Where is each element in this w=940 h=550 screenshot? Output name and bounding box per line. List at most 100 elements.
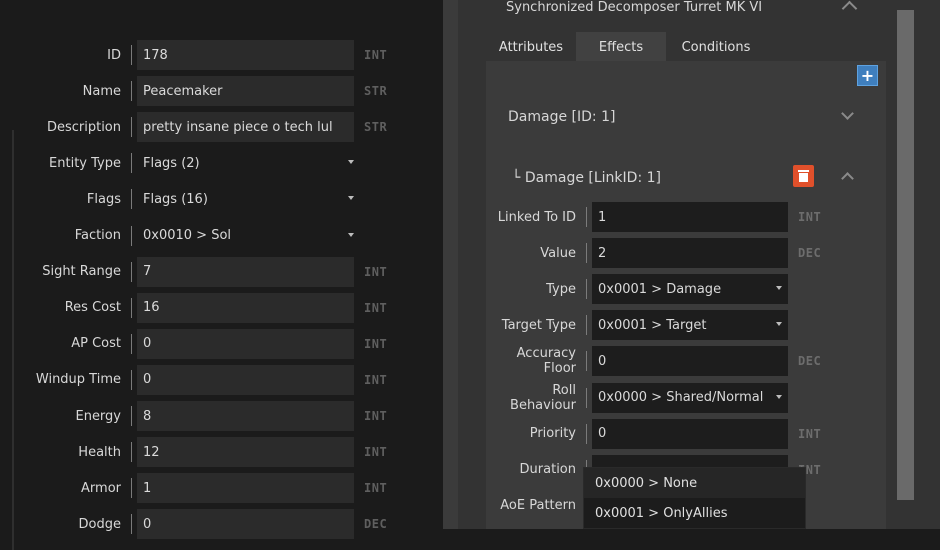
field-separator <box>131 225 132 246</box>
description-field[interactable]: pretty insane piece o tech lul <box>137 112 354 143</box>
field-value: 1 <box>143 480 152 496</box>
dropdown-arrow-icon <box>348 160 354 165</box>
field-separator <box>131 117 132 138</box>
entity-type-select[interactable]: Flags (2) <box>137 148 360 178</box>
value-field[interactable]: 2 <box>592 238 788 269</box>
field-label: Dodge <box>78 516 121 532</box>
field-value: 0 <box>598 353 607 369</box>
id-field[interactable]: 178 <box>137 40 354 70</box>
collapse-chevron-up-icon[interactable] <box>841 0 858 17</box>
field-row-description: Description pretty insane piece o tech lu… <box>0 112 387 143</box>
field-separator <box>131 406 132 426</box>
target-type-select[interactable]: 0x0001 > Target <box>592 310 788 341</box>
plus-icon: + <box>860 66 875 85</box>
field-value: Flags (2) <box>143 155 200 171</box>
field-value: 2 <box>598 245 607 261</box>
type-badge: INT <box>364 48 388 62</box>
effect-row-value: Value 2 DEC <box>483 238 821 269</box>
dropdown-option[interactable]: 0x0001 > OnlyAllies <box>584 498 805 528</box>
name-field[interactable]: Peacemaker <box>137 76 354 107</box>
field-separator <box>131 478 132 499</box>
field-separator <box>586 243 587 264</box>
priority-field[interactable]: 0 <box>592 418 788 449</box>
field-separator <box>131 81 132 102</box>
tab-attributes[interactable]: Attributes <box>486 32 576 62</box>
ap-cost-field[interactable]: 0 <box>137 328 354 359</box>
tab-conditions[interactable]: Conditions <box>666 32 766 62</box>
health-field[interactable]: 12 <box>137 437 354 468</box>
type-badge: INT <box>364 481 388 496</box>
field-row-energy: Energy 8 INT <box>0 401 387 431</box>
field-separator <box>131 189 132 210</box>
field-label: Duration <box>519 462 576 478</box>
field-value: 0 <box>143 372 152 388</box>
type-select[interactable]: 0x0001 > Damage <box>592 274 788 305</box>
field-label: Linked To ID <box>497 209 576 225</box>
field-label: Windup Time <box>35 372 121 388</box>
sight-range-field[interactable]: 7 <box>137 256 354 287</box>
field-row-faction: Faction 0x0010 > Sol <box>0 221 360 251</box>
field-value: Peacemaker <box>143 83 223 99</box>
field-value: 1 <box>598 209 607 225</box>
field-separator <box>131 514 132 535</box>
field-separator <box>131 442 132 463</box>
field-label: Value <box>540 245 576 261</box>
field-label: Priority <box>529 426 576 442</box>
armor-field[interactable]: 1 <box>137 473 354 504</box>
field-label: Roll Behaviour <box>510 382 576 413</box>
windup-time-field[interactable]: 0 <box>137 364 354 395</box>
field-separator <box>586 351 587 372</box>
tab-bar: Attributes Effects Conditions <box>486 32 766 62</box>
field-label: Energy <box>75 408 121 424</box>
effect-row-linked-to-id: Linked To ID 1 INT <box>483 202 821 232</box>
damage-section-header[interactable]: Damage [ID: 1] <box>508 109 615 125</box>
field-label: Description <box>46 119 121 135</box>
linked-to-id-field[interactable]: 1 <box>592 202 788 232</box>
field-row-flags: Flags Flags (16) <box>0 184 360 214</box>
scrollbar[interactable] <box>897 10 914 500</box>
field-row-armor: Armor 1 INT <box>0 473 388 504</box>
field-label: Flags <box>86 191 121 207</box>
faction-select[interactable]: 0x0010 > Sol <box>137 221 360 251</box>
field-label: Res Cost <box>64 300 121 316</box>
field-value: 0x0000 > Shared/Normal <box>598 390 764 405</box>
accuracy-floor-field[interactable]: 0 <box>592 346 788 377</box>
field-separator <box>131 333 132 354</box>
field-label: Target Type <box>501 317 576 333</box>
field-row-health: Health 12 INT <box>0 437 388 468</box>
type-badge: INT <box>364 372 388 387</box>
dropdown-arrow-icon <box>776 286 782 291</box>
res-cost-field[interactable]: 16 <box>137 292 354 323</box>
field-separator <box>586 387 587 408</box>
type-badge: DEC <box>798 354 822 369</box>
field-value: 16 <box>143 300 160 316</box>
energy-field[interactable]: 8 <box>137 401 354 431</box>
tab-effects[interactable]: Effects <box>576 32 666 62</box>
field-separator <box>131 45 132 65</box>
field-row-dodge: Dodge 0 DEC <box>0 509 387 540</box>
roll-behaviour-select[interactable]: 0x0000 > Shared/Normal <box>592 382 788 413</box>
field-value: 0x0001 > Damage <box>598 281 722 297</box>
dodge-field[interactable]: 0 <box>137 509 354 540</box>
field-label: AP Cost <box>71 336 121 352</box>
trash-icon <box>798 170 809 172</box>
add-effect-button[interactable]: + <box>857 65 878 86</box>
type-badge: INT <box>364 445 388 460</box>
field-label: Name <box>82 83 121 99</box>
field-label: Accuracy Floor <box>516 346 576 377</box>
dropdown-option[interactable]: 0x0000 > None <box>584 468 805 498</box>
damage-link-header[interactable]: └ Damage [LinkID: 1] <box>512 170 661 186</box>
delete-button[interactable] <box>793 165 814 187</box>
field-value: 0x0010 > Sol <box>143 228 232 243</box>
dropdown-arrow-icon <box>776 322 782 327</box>
field-value: 0 <box>143 516 152 532</box>
effect-row-type: Type 0x0001 > Damage <box>483 274 788 305</box>
field-separator <box>586 315 587 336</box>
field-label: Sight Range <box>42 264 121 280</box>
type-badge: INT <box>364 409 388 423</box>
panel-divider <box>443 0 458 529</box>
field-row-sight-range: Sight Range 7 INT <box>0 256 387 287</box>
flags-select[interactable]: Flags (16) <box>137 184 360 214</box>
field-row-entity-type: Entity Type Flags (2) <box>0 148 360 178</box>
field-value: 8 <box>143 408 152 424</box>
